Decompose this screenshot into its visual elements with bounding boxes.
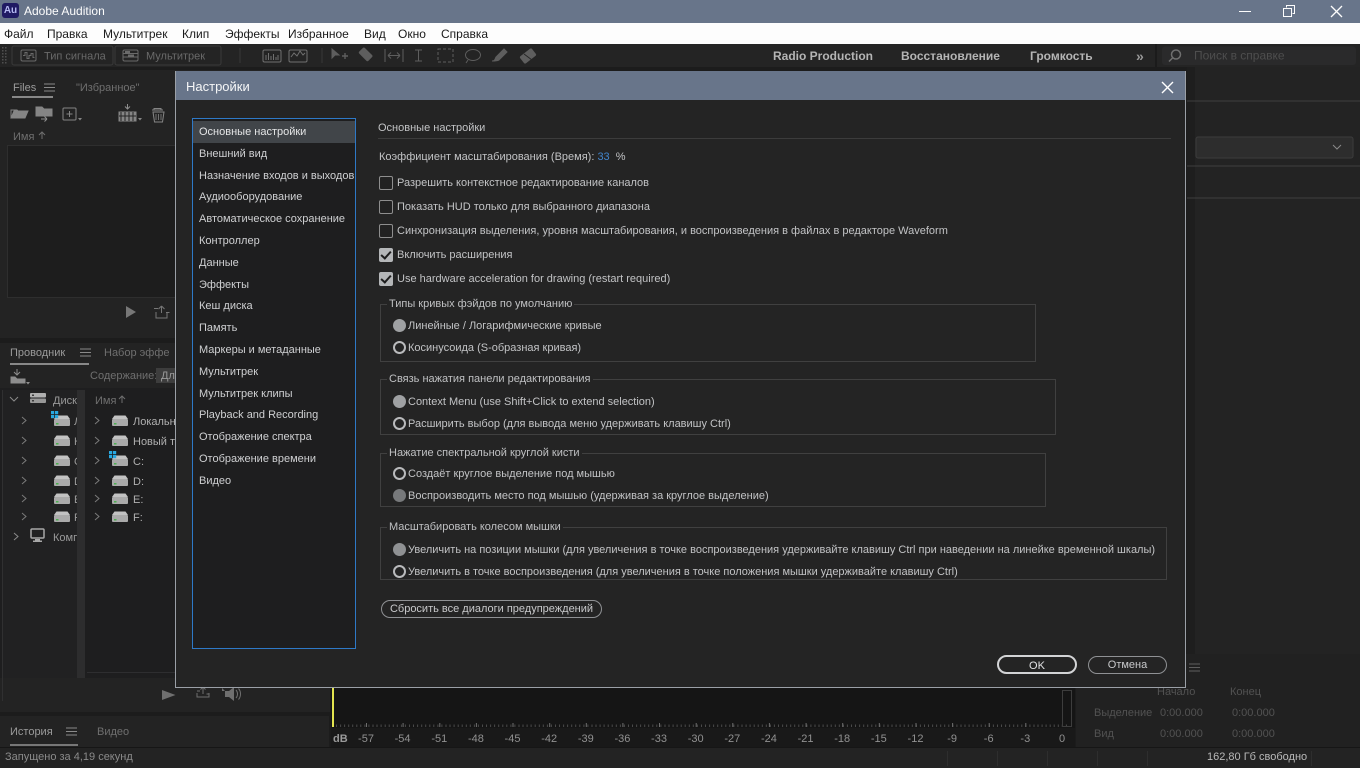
svg-text:Громкость: Громкость bbox=[1030, 49, 1093, 63]
svg-text:-51: -51 bbox=[431, 733, 447, 745]
svg-text:-39: -39 bbox=[578, 733, 594, 745]
svg-text:Поиск в справке: Поиск в справке bbox=[1194, 49, 1285, 63]
svg-text:Мультитрек: Мультитрек bbox=[146, 51, 205, 63]
svg-text:-3: -3 bbox=[1020, 733, 1030, 745]
svg-text:-21: -21 bbox=[798, 733, 814, 745]
svg-text:-27: -27 bbox=[724, 733, 740, 745]
svg-text:Radio Production: Radio Production bbox=[773, 49, 873, 63]
svg-text:История: История bbox=[10, 726, 53, 738]
svg-text:-48: -48 bbox=[468, 733, 484, 745]
svg-text:0:00.000: 0:00.000 bbox=[1232, 707, 1275, 719]
svg-text:Тип сигнала: Тип сигнала bbox=[44, 51, 107, 63]
svg-text:-9: -9 bbox=[947, 733, 957, 745]
svg-text:-57: -57 bbox=[358, 733, 374, 745]
svg-text:E:: E: bbox=[133, 494, 143, 506]
svg-text:D:: D: bbox=[133, 476, 144, 488]
svg-text:Конец: Конец bbox=[1230, 686, 1262, 698]
svg-text:-15: -15 bbox=[871, 733, 887, 745]
svg-text:Восстановление: Восстановление bbox=[901, 49, 1000, 63]
svg-text:-33: -33 bbox=[651, 733, 667, 745]
svg-text:-24: -24 bbox=[761, 733, 777, 745]
svg-text:Видео: Видео bbox=[97, 726, 129, 738]
svg-text:-45: -45 bbox=[505, 733, 521, 745]
svg-text:Выделение: Выделение bbox=[1094, 707, 1152, 719]
svg-text:-30: -30 bbox=[688, 733, 704, 745]
svg-text:F:: F: bbox=[133, 512, 143, 524]
svg-text:-6: -6 bbox=[984, 733, 994, 745]
svg-text:0: 0 bbox=[1059, 733, 1065, 745]
svg-text:Files: Files bbox=[13, 82, 37, 94]
svg-text:-54: -54 bbox=[395, 733, 411, 745]
svg-text:0:00.000: 0:00.000 bbox=[1160, 707, 1203, 719]
svg-text:Имя: Имя bbox=[13, 131, 34, 143]
svg-text:-42: -42 bbox=[541, 733, 557, 745]
svg-text:0:00.000: 0:00.000 bbox=[1232, 728, 1275, 740]
svg-text:Вид: Вид bbox=[1094, 728, 1114, 740]
svg-text:-18: -18 bbox=[834, 733, 850, 745]
svg-text:C:: C: bbox=[133, 456, 144, 468]
svg-text:"Избранное": "Избранное" bbox=[76, 82, 140, 94]
svg-text:-36: -36 bbox=[614, 733, 630, 745]
svg-text:0:00.000: 0:00.000 bbox=[1160, 728, 1203, 740]
svg-text:-12: -12 bbox=[908, 733, 924, 745]
svg-text:dB: dB bbox=[333, 733, 348, 745]
svg-text:»: » bbox=[1136, 48, 1144, 64]
